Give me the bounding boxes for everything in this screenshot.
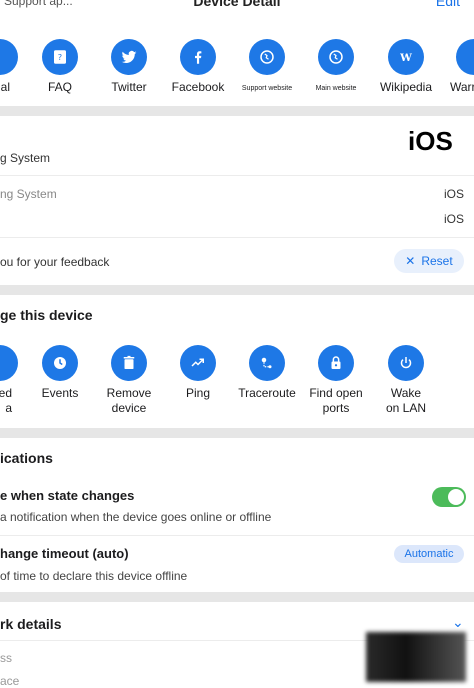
feedback-text: ou for your feedback	[0, 255, 110, 269]
globe-icon[interactable]	[318, 39, 354, 75]
trash-icon[interactable]	[111, 345, 147, 381]
notifications-heading: ications	[0, 450, 53, 466]
power-icon[interactable]	[388, 345, 424, 381]
partial-icon[interactable]	[456, 39, 474, 75]
network-row-label: ace	[0, 674, 20, 688]
network-heading: rk details	[0, 616, 62, 632]
state-change-title: e when state changes	[0, 488, 135, 503]
timeout-desc: of time to declare this device offline	[0, 569, 188, 583]
divider	[0, 175, 474, 176]
timeout-title: hange timeout (auto)	[0, 546, 129, 561]
facebook-icon[interactable]	[180, 39, 216, 75]
state-change-desc: a notification when the device goes onli…	[0, 510, 272, 524]
wikipedia-label: Wikipedia	[379, 80, 433, 94]
close-icon: ✕	[405, 254, 416, 268]
svg-text:W: W	[399, 52, 412, 64]
lock-icon[interactable]	[318, 345, 354, 381]
faq-icon[interactable]: ?	[42, 39, 78, 75]
timeout-badge[interactable]: Automatic	[394, 545, 464, 563]
section-separator	[0, 592, 474, 602]
os-row-label: ng System	[0, 187, 57, 201]
svg-text:?: ?	[58, 52, 62, 62]
redacted-value	[366, 632, 466, 682]
partial-icon[interactable]	[0, 39, 18, 75]
globe-icon[interactable]	[249, 39, 285, 75]
warranty-label: Warr	[450, 80, 474, 94]
link-label: al	[0, 80, 10, 94]
os-row-value: iOS	[443, 212, 464, 226]
reset-button[interactable]: ✕ Reset	[394, 249, 464, 273]
links-row: al ? FAQ Twitter Facebook Support websit…	[0, 0, 474, 104]
clock-icon[interactable]	[42, 345, 78, 381]
toggle-knob	[448, 489, 464, 505]
section-separator	[0, 106, 474, 116]
trend-icon[interactable]	[180, 345, 216, 381]
manage-heading: ge this device	[0, 307, 93, 323]
section-separator	[0, 285, 474, 295]
twitter-icon[interactable]	[111, 39, 147, 75]
divider	[0, 237, 474, 238]
action-label: ed a	[0, 386, 12, 415]
route-icon[interactable]	[249, 345, 285, 381]
chevron-down-icon[interactable]: ⌄	[452, 614, 464, 631]
divider	[0, 535, 474, 536]
ios-logo: iOS	[408, 126, 453, 156]
wake-on-lan-label: Wake on LAN	[385, 386, 427, 415]
state-change-toggle[interactable]	[432, 487, 466, 507]
reset-label: Reset	[421, 254, 453, 268]
os-row-value: iOS	[443, 187, 464, 201]
os-title: g System	[0, 151, 51, 165]
wikipedia-icon[interactable]: W	[388, 39, 424, 75]
network-row-label: ss	[0, 651, 12, 665]
section-separator	[0, 428, 474, 438]
partial-icon[interactable]	[0, 345, 18, 381]
